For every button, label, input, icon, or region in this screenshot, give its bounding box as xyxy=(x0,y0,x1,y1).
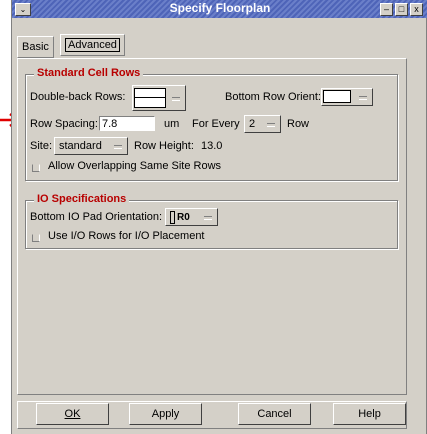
for-every-value: 2 xyxy=(249,118,256,130)
double-back-rows-menu[interactable] xyxy=(132,85,186,111)
tab-advanced[interactable]: Advanced xyxy=(60,34,125,56)
for-every-menu[interactable]: 2 xyxy=(244,115,281,133)
double-back-rows-label: Double-back Rows: xyxy=(30,91,126,103)
bottom-row-orient-swatch xyxy=(323,90,351,103)
ok-button[interactable]: OK xyxy=(36,403,109,425)
maximize-icon: □ xyxy=(398,4,405,14)
tab-advanced-label: Advanced xyxy=(65,38,120,52)
standard-cell-rows-group: Standard Cell Rows Double-back Rows: Bot… xyxy=(25,67,398,181)
apply-button[interactable]: Apply xyxy=(129,403,202,425)
row-spacing-label: Row Spacing: xyxy=(30,118,98,130)
maximize-button[interactable]: □ xyxy=(395,3,408,16)
help-button-label: Help xyxy=(358,408,381,420)
cancel-button-label: Cancel xyxy=(257,408,292,420)
specify-floorplan-dialog: ⌄ Specify Floorplan – □ x Basic Advanced… xyxy=(11,0,427,434)
standard-cell-rows-title: Standard Cell Rows xyxy=(34,67,144,79)
minimize-button[interactable]: – xyxy=(380,3,393,16)
allow-overlapping-label: Allow Overlapping Same Site Rows xyxy=(48,160,222,172)
io-specifications-group: IO Specifications Bottom IO Pad Orientat… xyxy=(25,193,398,249)
basic-tab-panel: Standard Cell Rows Double-back Rows: Bot… xyxy=(17,58,407,395)
title-bar: ⌄ Specify Floorplan – □ x xyxy=(12,0,427,18)
minimize-icon: – xyxy=(383,4,389,14)
site-label: Site: xyxy=(30,140,53,152)
for-every-label: For Every xyxy=(192,118,240,130)
close-icon: x xyxy=(414,4,419,14)
site-menu[interactable]: standard xyxy=(54,137,128,155)
tab-basic-label: Basic xyxy=(22,41,49,53)
bottom-row-orient-menu[interactable] xyxy=(321,88,373,106)
use-io-rows-checkbox[interactable] xyxy=(32,234,40,242)
row-height-value: 13.0 xyxy=(201,140,223,152)
window-title: Specify Floorplan xyxy=(169,1,271,15)
row-label: Row xyxy=(287,118,310,130)
orientation-swatch-icon xyxy=(170,210,175,224)
bottom-io-pad-orientation-menu[interactable]: R0 xyxy=(165,208,218,226)
close-button[interactable]: x xyxy=(410,3,423,16)
ok-button-label: OK xyxy=(64,408,81,420)
apply-button-label: Apply xyxy=(151,408,180,420)
cancel-button[interactable]: Cancel xyxy=(238,403,311,425)
use-io-rows-label: Use I/O Rows for I/O Placement xyxy=(48,230,205,242)
io-specifications-title: IO Specifications xyxy=(34,193,130,205)
bottom-io-pad-orientation-value: R0 xyxy=(177,212,190,223)
site-value: standard xyxy=(59,140,102,152)
double-back-rows-swatch xyxy=(134,88,166,108)
row-height-label: Row Height: xyxy=(134,140,194,152)
help-button[interactable]: Help xyxy=(333,403,406,425)
row-spacing-input[interactable]: 7.8 xyxy=(99,116,155,131)
bottom-row-orient-label: Bottom Row Orient: xyxy=(225,91,321,103)
bottom-io-pad-orientation-label: Bottom IO Pad Orientation: xyxy=(30,211,163,223)
tab-basic[interactable]: Basic xyxy=(17,36,54,58)
row-spacing-unit: um xyxy=(164,118,180,130)
allow-overlapping-checkbox[interactable] xyxy=(32,164,40,172)
